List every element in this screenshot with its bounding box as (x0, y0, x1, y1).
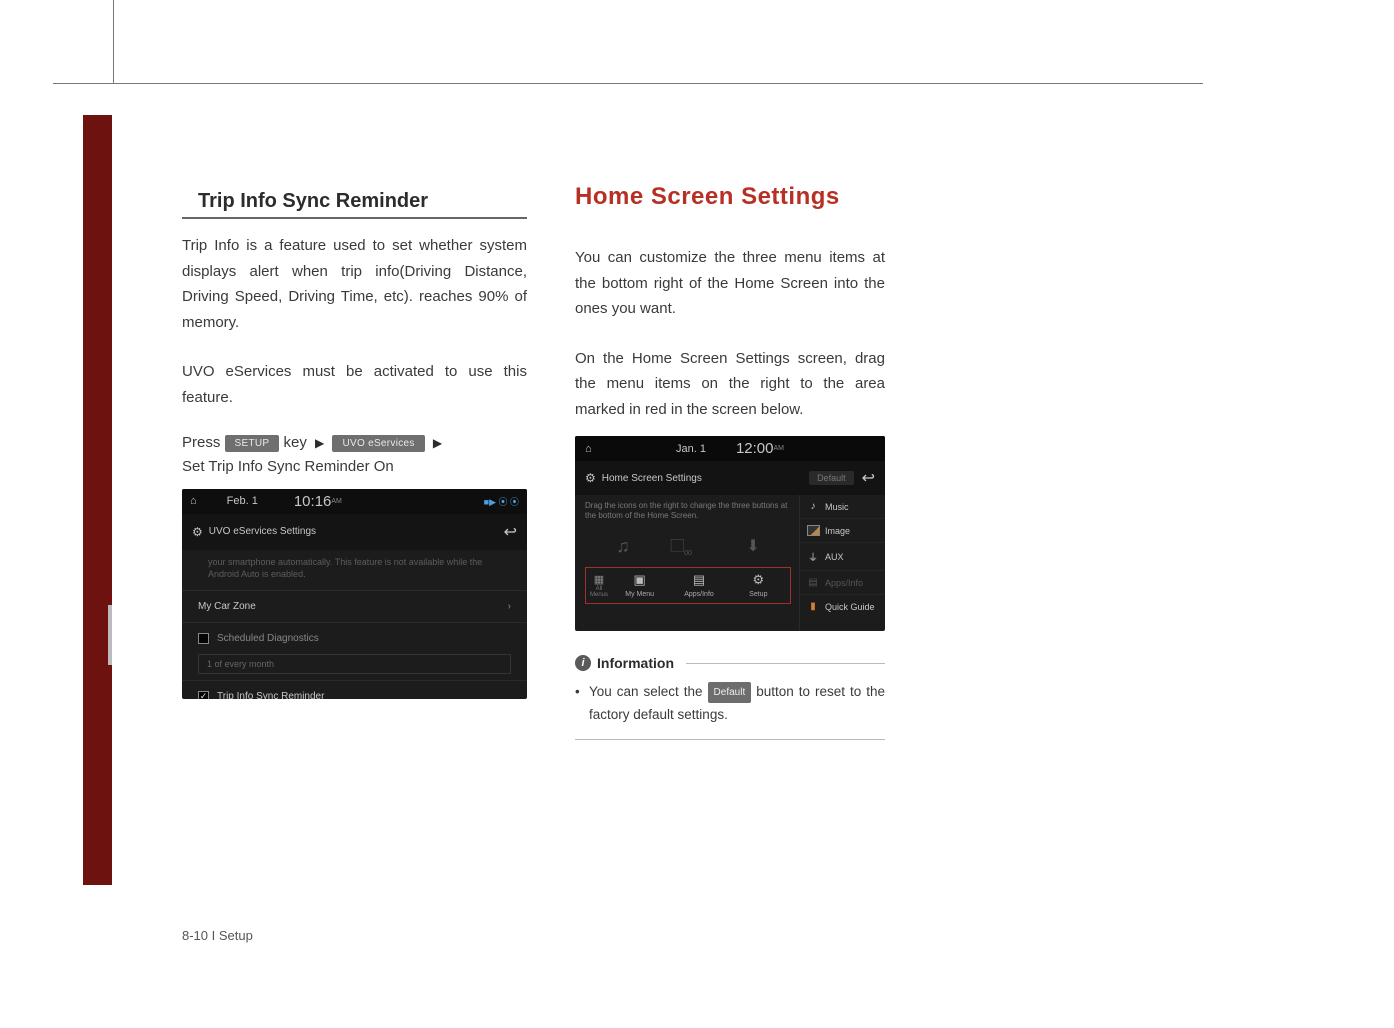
grid-icon: ▦ (594, 574, 604, 586)
paragraph: Trip Info is a feature used to set wheth… (182, 233, 527, 335)
inset-value: 1 of every month (198, 654, 511, 674)
triangle-right-icon: ▶ (429, 436, 446, 450)
screen-titlebar: ⚙ UVO eServices Settings ↩ (182, 514, 527, 550)
status-ampm: AM (774, 445, 785, 452)
person-icon: ▣ (610, 572, 669, 588)
page-crop-rule-left (53, 83, 113, 84)
drop-arrow-icon: ⬇ (746, 536, 759, 556)
music-note-icon: ♫ (616, 536, 630, 557)
checkbox-checked-icon (198, 691, 209, 699)
status-indicators: ■▶ ⦿ ⦿ (484, 495, 519, 508)
default-button-label: Default (708, 682, 752, 703)
menu-item-music: ♪Music (800, 495, 885, 519)
page-crop-rule-vert (113, 0, 114, 83)
back-icon: ↩ (862, 468, 875, 488)
checkbox-unchecked-icon (198, 633, 209, 644)
subsection-heading-box: Trip Info Sync Reminder (182, 190, 527, 219)
menu-item-aux: ⏚AUX (800, 543, 885, 571)
page-footer: 8-10 I Setup (182, 928, 253, 943)
instruction-line: Press SETUP key ▶ UVO eServices ▶ (182, 434, 527, 452)
right-menu-list: ♪Music Image ⏚AUX ▤Apps/Info ▮Quick Guid… (799, 495, 885, 631)
back-icon: ↩ (504, 522, 517, 542)
triangle-right-icon: ▶ (311, 436, 328, 450)
information-header: i Information (575, 655, 885, 671)
apps-icon: ▤ (669, 572, 728, 588)
music-note-icon: ♪ (806, 501, 820, 512)
text: Press (182, 434, 225, 451)
status-time: 10:16 (294, 493, 332, 510)
section-accent-bar (83, 115, 112, 885)
home-bottom-slots: ▦ All Menus ▣My Menu ▤Apps/Info ⚙Setup (585, 567, 791, 604)
slot-setup: ⚙Setup (729, 572, 788, 599)
information-label: Information (597, 655, 674, 671)
hint-text: Drag the icons on the right to change th… (585, 501, 791, 522)
gear-icon: ⚙ (192, 525, 203, 539)
all-menus-button: ▦ All Menus (588, 573, 610, 598)
status-time: 12:00 (736, 440, 774, 457)
instruction-line: Set Trip Info Sync Reminder On (182, 458, 527, 475)
paragraph: UVO eServices must be activated to use t… (182, 359, 527, 410)
status-date: Feb. 1 (227, 495, 258, 507)
paragraph: You can customize the three menu items a… (575, 245, 885, 322)
slot-apps-info: ▤Apps/Info (669, 572, 728, 599)
slot-my-menu: ▣My Menu (610, 572, 669, 599)
home-icon: ⌂ (585, 443, 592, 455)
thumb-tab (108, 605, 112, 665)
aux-plug-icon: ⏚ (806, 549, 820, 564)
default-button: Default (809, 471, 854, 485)
menu-item-apps-info: ▤Apps/Info (800, 571, 885, 595)
info-icon: i (575, 655, 591, 671)
left-panel: Drag the icons on the right to change th… (575, 495, 799, 631)
chevron-right-icon: › (508, 601, 511, 612)
phone-parked-icon: ⃞00 (684, 536, 692, 557)
screenshot-home-settings: ⌂ Jan. 1 12:00AM ⚙ Home Screen Settings … (575, 436, 885, 631)
list-item-my-car-zone: My Car Zone › (182, 590, 527, 622)
subsection-heading: Trip Info Sync Reminder (198, 190, 527, 213)
book-icon: ▮ (806, 601, 820, 612)
status-date: Jan. 1 (676, 443, 706, 455)
column-right: Home Screen Settings You can customize t… (575, 183, 885, 740)
screen-title: Home Screen Settings (602, 473, 702, 484)
info-bullet: You can select the Default button to res… (575, 681, 885, 727)
menu-item-image: Image (800, 519, 885, 543)
text: key (284, 434, 312, 451)
screen-body: Drag the icons on the right to change th… (575, 495, 885, 631)
setup-key-button: SETUP (225, 435, 280, 452)
apps-icon: ▤ (806, 577, 820, 588)
status-bar: ⌂ Feb. 1 10:16AM ■▶ ⦿ ⦿ (182, 489, 527, 514)
gear-icon: ⚙ (585, 471, 596, 485)
status-bar: ⌂ Jan. 1 12:00AM (575, 436, 885, 461)
list-item-scheduled-diag: Scheduled Diagnostics (182, 622, 527, 654)
menu-item-quick-guide: ▮Quick Guide (800, 595, 885, 618)
preview-row: ♫ ⃞00 ⬇ (585, 530, 791, 563)
uvo-eservices-button: UVO eServices (332, 435, 424, 452)
column-left: Trip Info Sync Reminder Trip Info is a f… (182, 190, 527, 699)
text: You can select the (589, 684, 708, 699)
page-crop-rule-right (113, 83, 1203, 84)
screen-title: UVO eServices Settings (209, 526, 316, 537)
divider (686, 663, 885, 664)
screen-titlebar: ⚙ Home Screen Settings Default ↩ (575, 461, 885, 495)
divider (575, 739, 885, 740)
list-item-trip-info-sync: Trip Info Sync Reminder (182, 680, 527, 699)
list-item-label: Scheduled Diagnostics (217, 633, 319, 644)
home-icon: ⌂ (190, 495, 197, 507)
status-ampm: AM (331, 498, 342, 505)
list-item-label: My Car Zone (198, 601, 256, 612)
image-icon (806, 525, 820, 536)
list-item-label: Trip Info Sync Reminder (217, 691, 324, 699)
paragraph: On the Home Screen Settings screen, drag… (575, 346, 885, 423)
gear-icon: ⚙ (729, 572, 788, 588)
all-menus-label: All Menus (588, 586, 610, 598)
section-heading: Home Screen Settings (575, 183, 885, 211)
item-subtext: your smartphone automatically. This feat… (182, 550, 527, 590)
screenshot-uvo-settings: ⌂ Feb. 1 10:16AM ■▶ ⦿ ⦿ ⚙ UVO eServices … (182, 489, 527, 699)
